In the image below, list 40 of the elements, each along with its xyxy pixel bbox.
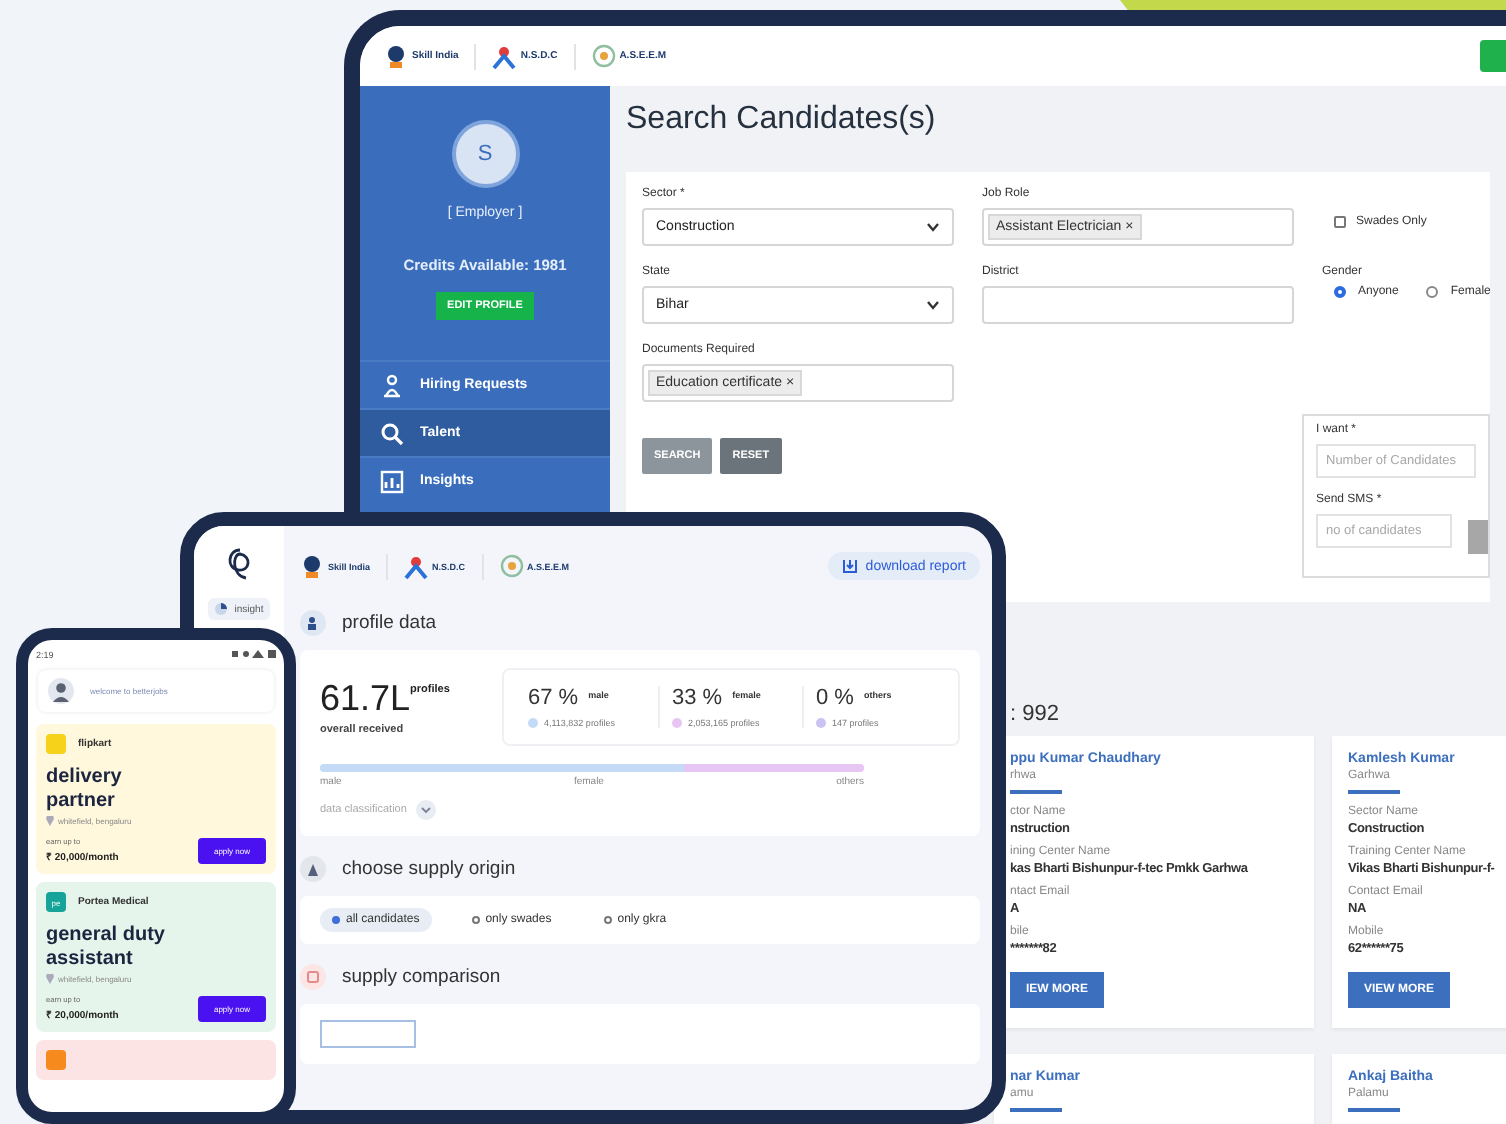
page-title: Search Candidates(s) [626,102,938,140]
pie-icon [214,602,229,616]
chevron-icon [926,300,940,310]
results-title: : 992 [1008,702,1061,730]
radio-button[interactable] [1334,286,1346,298]
company-logo [46,1050,66,1070]
search-icon [380,421,404,445]
section-title: supply comparison [342,966,501,988]
emblem-icon [404,553,429,579]
radio-button[interactable] [1426,286,1439,298]
total-count: 61.7L [320,678,411,720]
status-icons [232,650,276,658]
stat-percent: 33 % [672,686,723,710]
section-title: choose supply origin [342,858,516,880]
job-title: general duty assistant [46,924,167,970]
chevron-icon [926,222,940,232]
compare-icon [300,964,326,990]
company-logo [46,734,66,754]
emblem-icon [499,553,524,579]
tower-icon [300,856,326,882]
pin-icon [46,816,54,826]
emblem-icon [492,43,517,69]
emblem-icon [591,43,616,69]
text-field[interactable] [982,286,1294,324]
avatar: S [451,120,519,188]
download-icon [841,558,858,574]
checkbox[interactable] [1334,216,1346,228]
job-title: delivery partner [46,766,124,812]
people-icon [300,610,326,636]
pin-icon [46,974,54,984]
comparison-box [320,1020,416,1048]
stat-percent: 0 % [816,686,854,710]
avatar-icon [48,678,74,704]
person-icon [380,373,404,397]
emblem-icon [384,43,408,69]
emblem-icon [300,553,324,579]
stat-percent: 67 % [528,686,579,710]
chevron-icon [416,800,437,820]
chart-icon [380,469,404,493]
section-title: profile data [342,612,437,634]
